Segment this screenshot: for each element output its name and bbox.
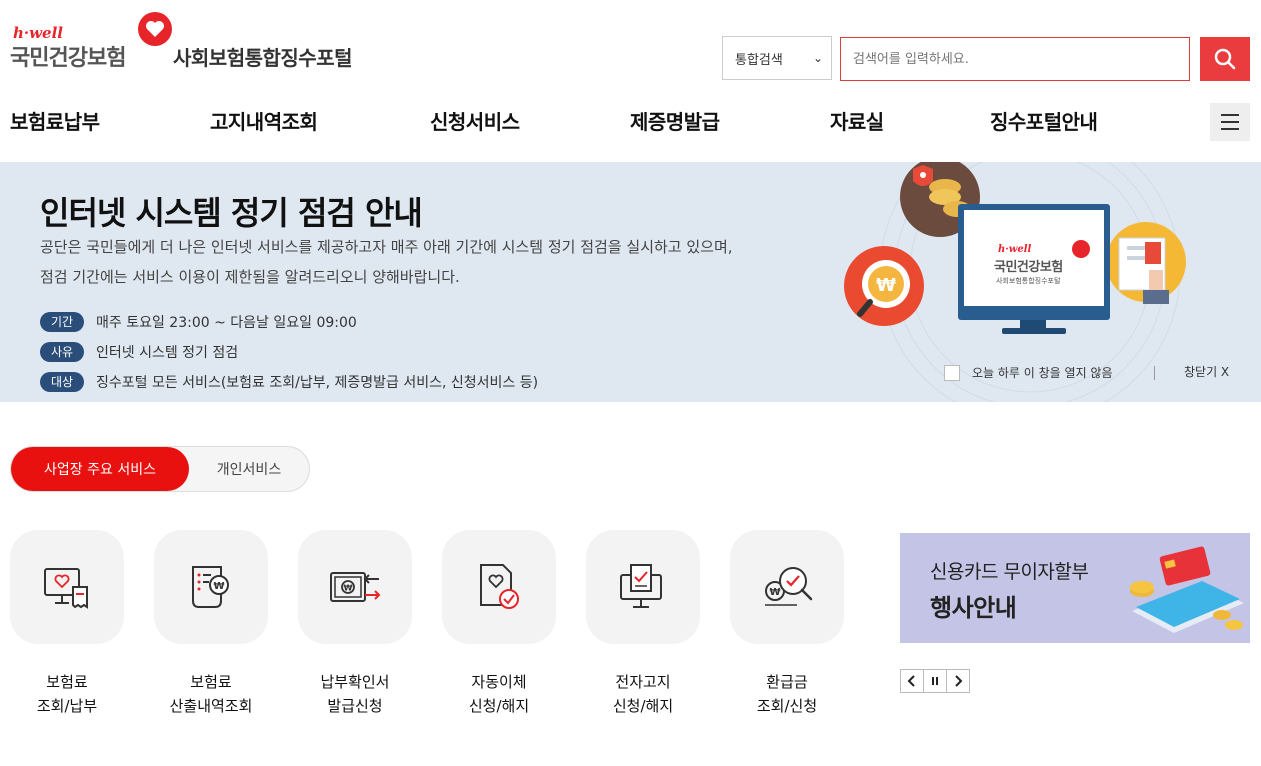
target-text: 징수포털 모든 서비스(보험료 조회/납부, 제증명발급 서비스, 신청서비스 … [96, 375, 539, 391]
logo-heart-icon [138, 12, 172, 46]
dont-show-checkbox[interactable] [944, 364, 960, 381]
promo-title: 행사안내 [930, 594, 1017, 622]
monitor-sub-text: 사회보험통합징수포털 [996, 277, 1061, 285]
period-tag: 기간 [40, 312, 84, 332]
promo-next-button[interactable] [946, 669, 970, 693]
document-check-icon [480, 564, 519, 609]
main-nav: 보험료납부 고지내역조회 신청서비스 제증명발급 자료실 징수포털안내 [0, 100, 1261, 140]
reason-tag: 사유 [40, 342, 84, 362]
search-scope-value: 통합검색 [735, 52, 783, 68]
service-label-auto-transfer[interactable]: 자동이체 신청/해지 [424, 670, 574, 718]
svg-text:₩: ₩ [344, 584, 353, 593]
service-tile-premium-calc[interactable]: ₩ [154, 530, 268, 644]
target-tag: 대상 [40, 372, 84, 392]
nav-item-portal-guide[interactable]: 징수포털안내 [990, 106, 1098, 135]
nav-item-certificate[interactable]: 제증명발급 [630, 106, 720, 135]
tab-personal-services[interactable]: 개인서비스 [189, 447, 309, 491]
search-input[interactable] [840, 37, 1190, 81]
notice-desc-line2: 점검 기간에는 서비스 이용이 제한됨을 알려드리오니 양해바랍니다. [40, 268, 460, 286]
monitor-brand-text: 국민건강보험 [994, 260, 1063, 275]
notice-row-reason: 사유 인터넷 시스템 정기 점검 [40, 342, 238, 362]
notice-title: 인터넷 시스템 정기 점검 안내 [40, 194, 423, 232]
service-label-refund[interactable]: 환급금 조회/신청 [712, 670, 862, 718]
search-icon [1214, 48, 1236, 70]
dont-show-today[interactable]: 오늘 하루 이 창을 열지 않음 [944, 364, 1113, 381]
site-header: h·well 국민건강보험 사회보험통합징수포털 통합검색 ⌄ 보험료납부 고지… [0, 0, 1261, 160]
service-label-premium-payment[interactable]: 보험료 조회/납부 [0, 670, 142, 718]
nav-item-payment[interactable]: 보험료납부 [10, 106, 100, 135]
service-label-payment-cert[interactable]: 납부확인서 발급신청 [280, 670, 430, 718]
magnifier-won-icon: ₩ [765, 567, 813, 606]
nav-item-resources[interactable]: 자료실 [830, 106, 884, 135]
service-tile-e-notice[interactable] [586, 530, 700, 644]
search-scope-select[interactable]: 통합검색 ⌄ [722, 36, 832, 80]
nav-item-application[interactable]: 신청서비스 [430, 106, 520, 135]
site-logo[interactable]: h·well 국민건강보험 [10, 12, 175, 72]
monitor-illustration: h·well 국민건강보험 사회보험통합징수포털 [958, 204, 1110, 320]
service-tile-auto-transfer[interactable] [442, 530, 556, 644]
service-tabs: 사업장 주요 서비스 개인서비스 [10, 446, 310, 492]
bill-exchange-icon: ₩ [330, 572, 381, 602]
promo-subtitle: 신용카드 무이자할부 [930, 561, 1089, 583]
search-button[interactable] [1200, 37, 1250, 81]
promo-banner[interactable]: 신용카드 무이자할부 행사안내 [900, 533, 1250, 643]
notice-desc-line1: 공단은 국민들에게 더 나은 인터넷 서비스를 제공하고자 매주 아래 기간에 … [40, 238, 733, 256]
won-magnifier-icon: ₩ [844, 246, 924, 326]
monitor-check-icon [620, 564, 662, 608]
promo-prev-button[interactable] [900, 669, 924, 693]
notice-row-period: 기간 매주 토요일 23:00 ~ 다음날 일요일 09:00 [40, 312, 357, 332]
service-label-premium-calc[interactable]: 보험료 산출내역조회 [136, 670, 286, 718]
period-text: 매주 토요일 23:00 ~ 다음날 일요일 09:00 [96, 315, 357, 331]
divider [1154, 366, 1155, 380]
portal-title[interactable]: 사회보험통합징수포털 [173, 42, 353, 71]
dont-show-label: 오늘 하루 이 창을 열지 않음 [972, 366, 1113, 380]
document-won-icon: ₩ [192, 566, 229, 608]
pause-icon [932, 677, 938, 685]
service-label-e-notice[interactable]: 전자고지 신청/해지 [568, 670, 718, 718]
phone-card-coins-icon [1130, 546, 1244, 633]
service-tile-payment-cert[interactable]: ₩ [298, 530, 412, 644]
chevron-right-icon [955, 675, 963, 687]
close-notice-button[interactable]: 창닫기 X [1184, 363, 1229, 380]
nav-item-notice-history[interactable]: 고지내역조회 [210, 106, 318, 135]
svg-text:₩: ₩ [213, 581, 224, 592]
chevron-down-icon: ⌄ [812, 51, 823, 65]
monitor-heart-receipt-icon [44, 568, 88, 609]
tab-business-services[interactable]: 사업장 주요 서비스 [11, 447, 189, 491]
reason-text: 인터넷 시스템 정기 점검 [96, 345, 239, 361]
monitor-heart-icon [1072, 240, 1090, 258]
service-tile-refund[interactable]: ₩ [730, 530, 844, 644]
logo-brand-text: 국민건강보험 [10, 46, 126, 71]
svg-text:₩: ₩ [876, 275, 896, 296]
monitor-hwell-text: h·well [998, 244, 1032, 255]
service-tile-premium-payment[interactable] [10, 530, 124, 644]
hand-document-icon [1106, 222, 1186, 304]
notice-row-target: 대상 징수포털 모든 서비스(보험료 조회/납부, 제증명발급 서비스, 신청서… [40, 372, 538, 392]
promo-pause-button[interactable] [923, 669, 947, 693]
chevron-left-icon [907, 675, 915, 687]
maintenance-notice: 인터넷 시스템 정기 점검 안내 공단은 국민들에게 더 나은 인터넷 서비스를… [0, 162, 1261, 402]
notice-description: 공단은 국민들에게 더 나은 인터넷 서비스를 제공하고자 매주 아래 기간에 … [40, 232, 830, 292]
hamburger-menu-icon[interactable] [1210, 103, 1250, 141]
svg-text:₩: ₩ [769, 587, 780, 598]
